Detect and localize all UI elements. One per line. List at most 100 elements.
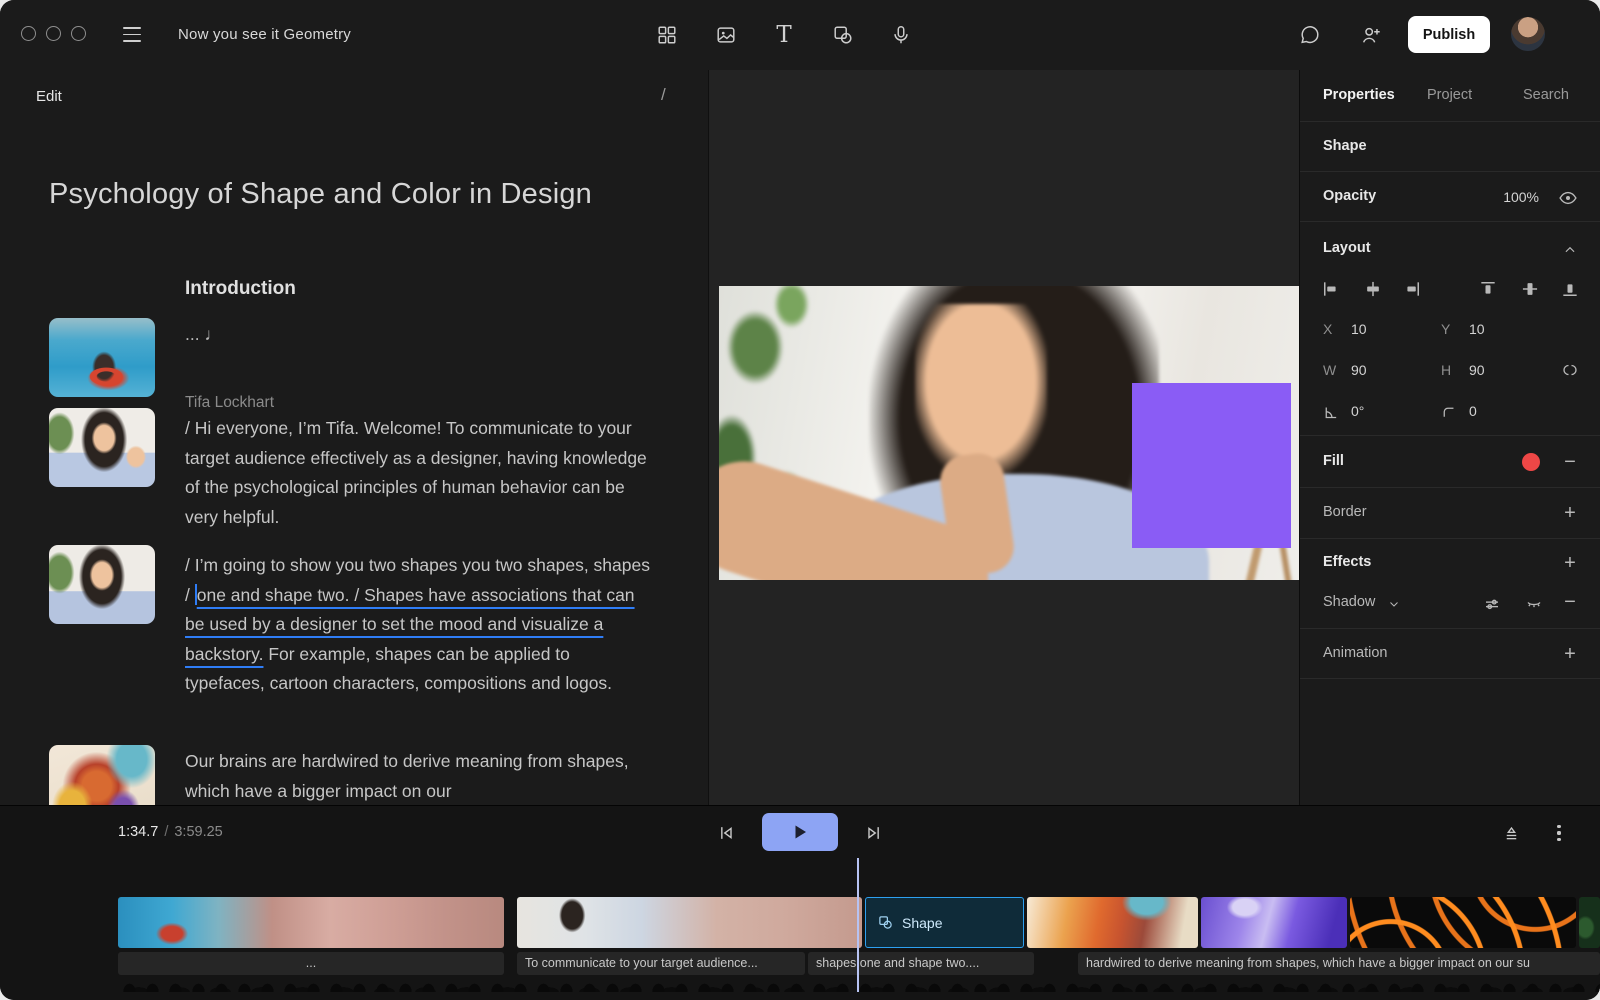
timeline-clip-shape-selected[interactable]: Shape (865, 897, 1024, 948)
add-border-plus-button[interactable]: + (1558, 502, 1582, 526)
timeline-clip-lava[interactable] (1350, 897, 1576, 948)
edit-tab[interactable]: Edit (36, 88, 62, 105)
window-close-button[interactable] (21, 26, 36, 41)
panel-tabs: Properties Project Search (1300, 70, 1600, 121)
remove-shadow-minus-button[interactable]: − (1558, 591, 1582, 615)
rotation-row: 0° 0 (1300, 396, 1600, 426)
border-row: Border + (1300, 487, 1600, 538)
scene-thumbnail-paint[interactable] (49, 745, 155, 805)
align-center-vertical-icon[interactable] (1518, 277, 1542, 301)
transcript-gap-text[interactable]: ... ♩ (185, 320, 653, 350)
scene-thumbnail-smile[interactable] (49, 545, 155, 624)
add-animation-plus-button[interactable]: + (1558, 643, 1582, 667)
add-collaborator-icon[interactable] (1358, 22, 1384, 48)
microphone-icon[interactable] (888, 22, 914, 48)
publish-button[interactable]: Publish (1408, 16, 1490, 53)
timeline-clip-leaves[interactable] (1579, 897, 1600, 948)
add-effect-plus-button[interactable]: + (1558, 552, 1582, 576)
timeline-clip-watercolor[interactable] (1027, 897, 1198, 948)
align-center-horizontal-icon[interactable] (1361, 277, 1385, 301)
shadow-row: Shadow − (1300, 584, 1600, 628)
y-field-value[interactable]: 10 (1469, 321, 1485, 337)
align-top-icon[interactable] (1476, 277, 1500, 301)
shadow-settings-sliders-icon[interactable] (1480, 592, 1504, 616)
opacity-value[interactable]: 100% (1503, 189, 1539, 205)
timeline-clip-purple-abstract[interactable] (1201, 897, 1347, 948)
purple-square-shape[interactable] (1132, 383, 1291, 548)
shape-section-row: Shape (1300, 121, 1600, 171)
scene-thumbnail-wave[interactable] (49, 408, 155, 487)
align-right-icon[interactable] (1400, 277, 1424, 301)
script-panel: Edit / Psychology of Shape and Color in … (0, 70, 708, 805)
user-avatar[interactable] (1511, 17, 1545, 51)
play-button[interactable] (762, 813, 838, 851)
timeline-clip-pool[interactable] (118, 897, 504, 948)
opacity-row: Opacity 100% (1300, 171, 1600, 221)
effects-header-row: Effects + (1300, 538, 1600, 584)
caption-segment[interactable]: shapes one and shape two.... (808, 952, 1034, 975)
tab-properties[interactable]: Properties (1323, 87, 1395, 103)
timeline-clip-wave[interactable] (517, 897, 862, 948)
animation-label: Animation (1323, 645, 1387, 661)
main-area: Edit / Psychology of Shape and Color in … (0, 70, 1600, 805)
corner-radius-value[interactable]: 0 (1469, 403, 1477, 419)
border-label: Border (1323, 504, 1367, 520)
properties-panel: Properties Project Search Shape Opacity … (1299, 70, 1600, 805)
playhead[interactable] (857, 858, 859, 992)
rotation-value[interactable]: 0° (1351, 403, 1364, 419)
shape-clip-label: Shape (902, 915, 942, 931)
align-left-icon[interactable] (1319, 277, 1343, 301)
text-tool-icon[interactable]: T (771, 22, 797, 48)
animation-row: Animation + (1300, 628, 1600, 678)
skip-to-start-icon[interactable] (713, 820, 739, 846)
align-bottom-icon[interactable] (1558, 277, 1582, 301)
opacity-visibility-eye-icon[interactable] (1556, 186, 1580, 210)
skip-to-end-icon[interactable] (861, 820, 887, 846)
remove-fill-minus-button[interactable]: − (1558, 451, 1582, 475)
opacity-label: Opacity (1323, 188, 1376, 204)
scene-thumbnail-pool[interactable] (49, 318, 155, 397)
app-window: Now you see it Geometry T Publish Edit /… (0, 0, 1600, 1000)
current-time: 1:34.7 (118, 824, 158, 840)
caption-segment[interactable]: hardwired to derive meaning from shapes,… (1078, 952, 1600, 975)
tab-search[interactable]: Search (1523, 87, 1569, 103)
transcript-paragraph[interactable]: / Hi everyone, I’m Tifa. Welcome! To com… (185, 414, 653, 532)
timeline: Shape ... To communicate to your target … (0, 858, 1600, 1000)
menu-icon[interactable] (123, 27, 141, 42)
width-field-value[interactable]: 90 (1351, 362, 1367, 378)
window-zoom-button[interactable] (71, 26, 86, 41)
link-dimensions-icon[interactable] (1558, 358, 1582, 382)
shapes-tool-icon[interactable] (830, 22, 856, 48)
width-field-label: W (1323, 362, 1336, 378)
caption-segment[interactable]: ... (118, 952, 504, 975)
transcript-paragraph[interactable]: / I’m going to show you two shapes you t… (185, 551, 653, 699)
tab-project[interactable]: Project (1427, 87, 1472, 103)
fill-row: Fill − (1300, 435, 1600, 487)
shape-section-label: Shape (1323, 138, 1367, 154)
alignment-row (1300, 276, 1600, 304)
media-icon[interactable] (713, 22, 739, 48)
window-minimize-button[interactable] (46, 26, 61, 41)
height-field-value[interactable]: 90 (1469, 362, 1485, 378)
timeline-more-options-icon[interactable] (1546, 820, 1572, 846)
document-title[interactable]: Psychology of Shape and Color in Design (49, 178, 669, 211)
video-frame[interactable] (719, 286, 1300, 580)
collapse-chevron-up-icon[interactable] (1558, 238, 1582, 262)
preview-canvas (708, 70, 1299, 805)
shadow-hidden-eye-closed-icon[interactable] (1522, 592, 1546, 616)
x-field-value[interactable]: 10 (1351, 321, 1367, 337)
y-field-label: Y (1441, 321, 1450, 337)
fill-color-swatch[interactable] (1522, 453, 1540, 471)
section-heading[interactable]: Introduction (185, 278, 296, 300)
caption-segment[interactable]: To communicate to your target audience..… (517, 952, 805, 975)
comments-icon[interactable] (1297, 22, 1323, 48)
shadow-chevron-down-icon[interactable] (1382, 592, 1406, 616)
layouts-icon[interactable] (654, 22, 680, 48)
transcript-paragraph[interactable]: Our brains are hardwired to derive meani… (185, 747, 653, 805)
fill-label: Fill (1323, 453, 1344, 469)
project-title: Now you see it Geometry (178, 26, 351, 43)
effects-label: Effects (1323, 554, 1371, 570)
timeline-tracks-icon[interactable] (1498, 820, 1524, 846)
shadow-label: Shadow (1323, 594, 1375, 610)
height-field-label: H (1441, 362, 1451, 378)
